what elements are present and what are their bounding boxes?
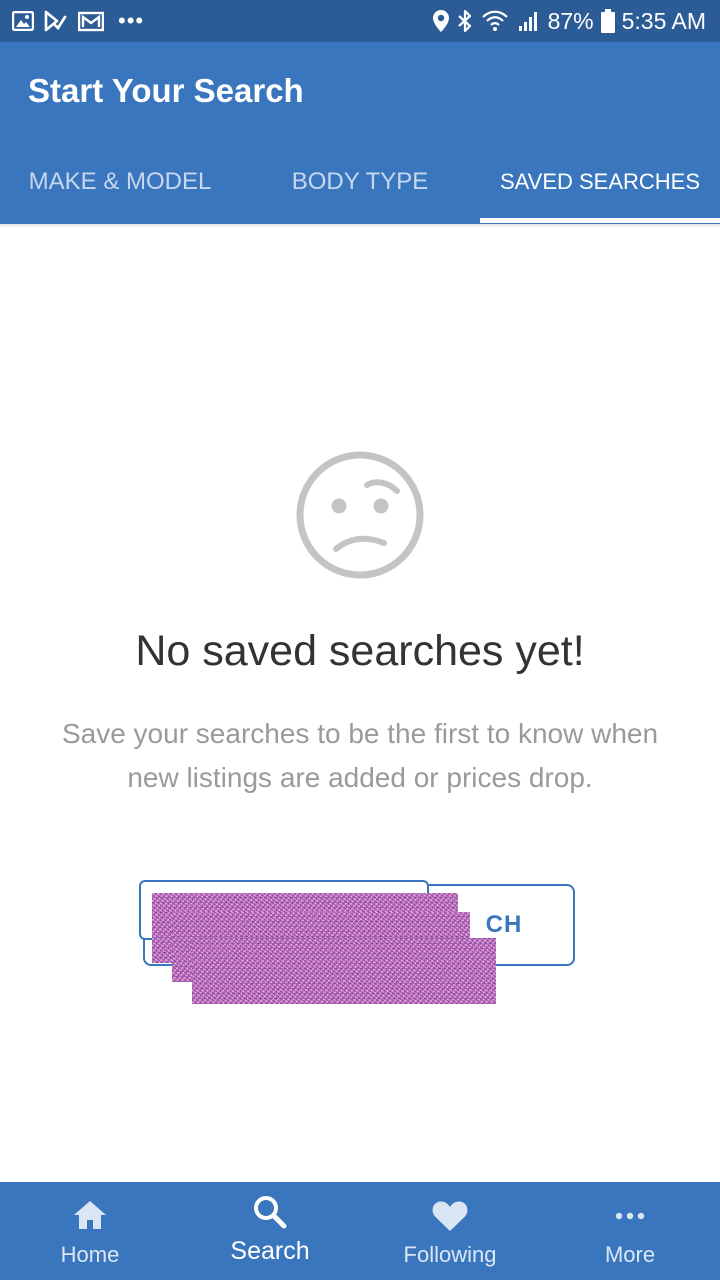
system-icons: 87% 5:35 AM <box>432 6 706 36</box>
battery-percent: 87% <box>547 7 594 34</box>
signal-icon <box>517 9 541 33</box>
app-bar-shadow <box>0 224 720 228</box>
confused-face-icon <box>296 451 424 579</box>
tab-make-model-label: MAKE & MODEL <box>28 168 212 195</box>
tab-saved-searches[interactable]: SAVED SEARCHES <box>480 146 720 218</box>
location-icon <box>432 9 450 33</box>
heart-icon <box>431 1199 469 1233</box>
nav-more[interactable]: More <box>540 1182 720 1280</box>
more-notifications-icon: ••• <box>118 8 145 33</box>
nav-search-label: Search <box>230 1237 310 1265</box>
gmail-icon <box>78 10 104 32</box>
tab-make-model[interactable]: MAKE & MODEL <box>0 146 240 218</box>
nav-following-label: Following <box>403 1242 497 1267</box>
search-icon <box>252 1194 288 1230</box>
clock: 5:35 AM <box>621 7 706 34</box>
nav-home-label: Home <box>60 1242 120 1267</box>
empty-state-title: No saved searches yet! <box>135 627 585 675</box>
app-bar: Start Your Search MAKE & MODEL BODY TYPE… <box>0 42 720 224</box>
home-icon <box>72 1199 108 1231</box>
start-search-button-label: CH <box>485 911 523 938</box>
play-store-icon <box>44 10 68 32</box>
status-bar: ••• 87% 5:35 AM <box>0 0 720 42</box>
battery-icon <box>600 9 615 33</box>
page-title: Start Your Search <box>28 72 304 109</box>
nav-following[interactable]: Following <box>360 1182 540 1280</box>
nav-search[interactable]: Search <box>180 1182 360 1280</box>
tab-saved-searches-label: SAVED SEARCHES <box>499 169 701 194</box>
empty-state-message: Save your searches to be the first to kn… <box>61 718 659 793</box>
more-icon <box>613 1199 647 1233</box>
nav-home[interactable]: Home <box>0 1182 180 1280</box>
redaction-noise <box>192 938 496 1004</box>
notification-icons: ••• <box>12 8 144 34</box>
bluetooth-icon <box>457 9 473 33</box>
tab-body-type-label: BODY TYPE <box>291 168 429 195</box>
wifi-icon <box>480 9 510 33</box>
tab-body-type[interactable]: BODY TYPE <box>240 146 480 218</box>
active-tab-indicator <box>480 218 720 223</box>
nav-more-label: More <box>604 1242 656 1267</box>
bottom-nav: Home Search Following More <box>0 1182 720 1280</box>
gallery-icon <box>12 11 34 31</box>
